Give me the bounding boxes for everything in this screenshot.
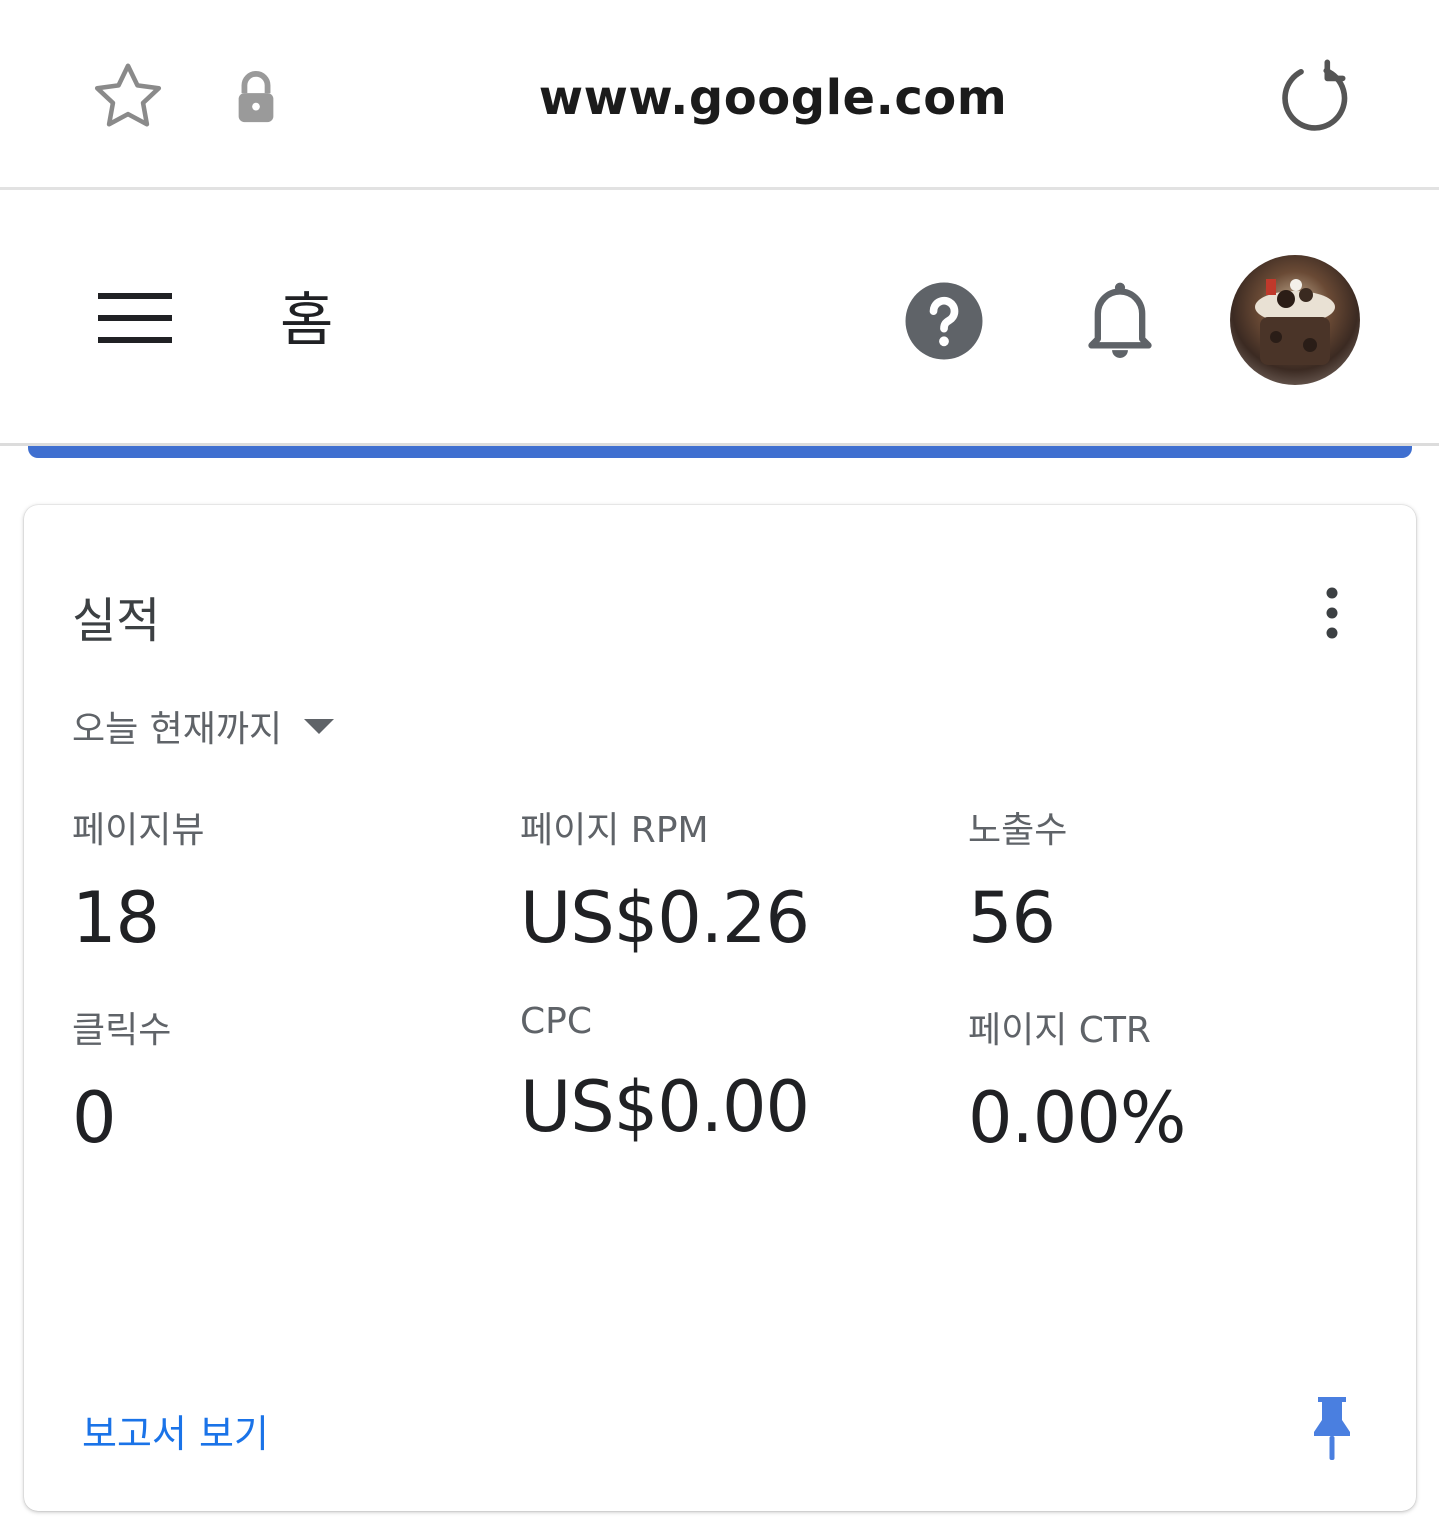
performance-card: 실적 오늘 현재까지 페이지뷰 18 페이지 RPM US$0.26 노출수 5… (24, 505, 1416, 1511)
card-title: 실적 (72, 593, 161, 649)
metric-label: 페이지뷰 (72, 810, 205, 851)
more-vert-icon[interactable] (1314, 583, 1350, 643)
metric-label: 페이지 CTR (968, 1010, 1151, 1051)
metric-page-rpm: 페이지 RPM US$0.26 (520, 801, 810, 959)
metric-value: 0.00% (968, 1077, 1186, 1159)
metric-cpc: CPC US$0.00 (520, 1001, 810, 1148)
metric-value: 56 (968, 877, 1056, 959)
view-report-link[interactable]: 보고서 보기 (82, 1403, 269, 1458)
date-range-label: 오늘 현재까지 (72, 709, 283, 750)
metric-page-ctr: 페이지 CTR 0.00% (968, 1001, 1186, 1159)
metric-value: US$0.26 (520, 877, 810, 959)
url-text[interactable]: www.google.com (420, 70, 1126, 126)
metric-pageviews: 페이지뷰 18 (72, 801, 204, 959)
app-header: 홈 (0, 193, 1439, 446)
pin-icon[interactable] (1310, 1395, 1354, 1461)
metric-label: 노출수 (968, 810, 1068, 851)
avatar-photo (1255, 279, 1335, 365)
page-title: 홈 (280, 286, 334, 354)
lock-icon (238, 71, 274, 123)
caret-down-icon (304, 719, 335, 734)
metric-label: 클릭수 (72, 1010, 172, 1051)
metric-clicks: 클릭수 0 (72, 1001, 171, 1159)
date-range-dropdown[interactable]: 오늘 현재까지 (72, 701, 336, 751)
metric-impressions: 노출수 56 (968, 801, 1067, 959)
reload-icon[interactable] (1272, 56, 1356, 140)
metric-label: 페이지 RPM (520, 810, 709, 851)
metric-value: US$0.00 (520, 1066, 810, 1148)
help-icon[interactable] (902, 279, 986, 363)
progress-strip (28, 446, 1412, 458)
metric-value: 0 (72, 1077, 117, 1159)
bell-icon[interactable] (1082, 277, 1158, 363)
menu-icon[interactable] (98, 293, 174, 345)
avatar[interactable] (1230, 255, 1360, 385)
metric-value: 18 (72, 877, 160, 959)
metric-label: CPC (520, 1001, 592, 1042)
browser-address-bar: www.google.com (0, 0, 1439, 190)
star-icon[interactable] (86, 56, 170, 140)
